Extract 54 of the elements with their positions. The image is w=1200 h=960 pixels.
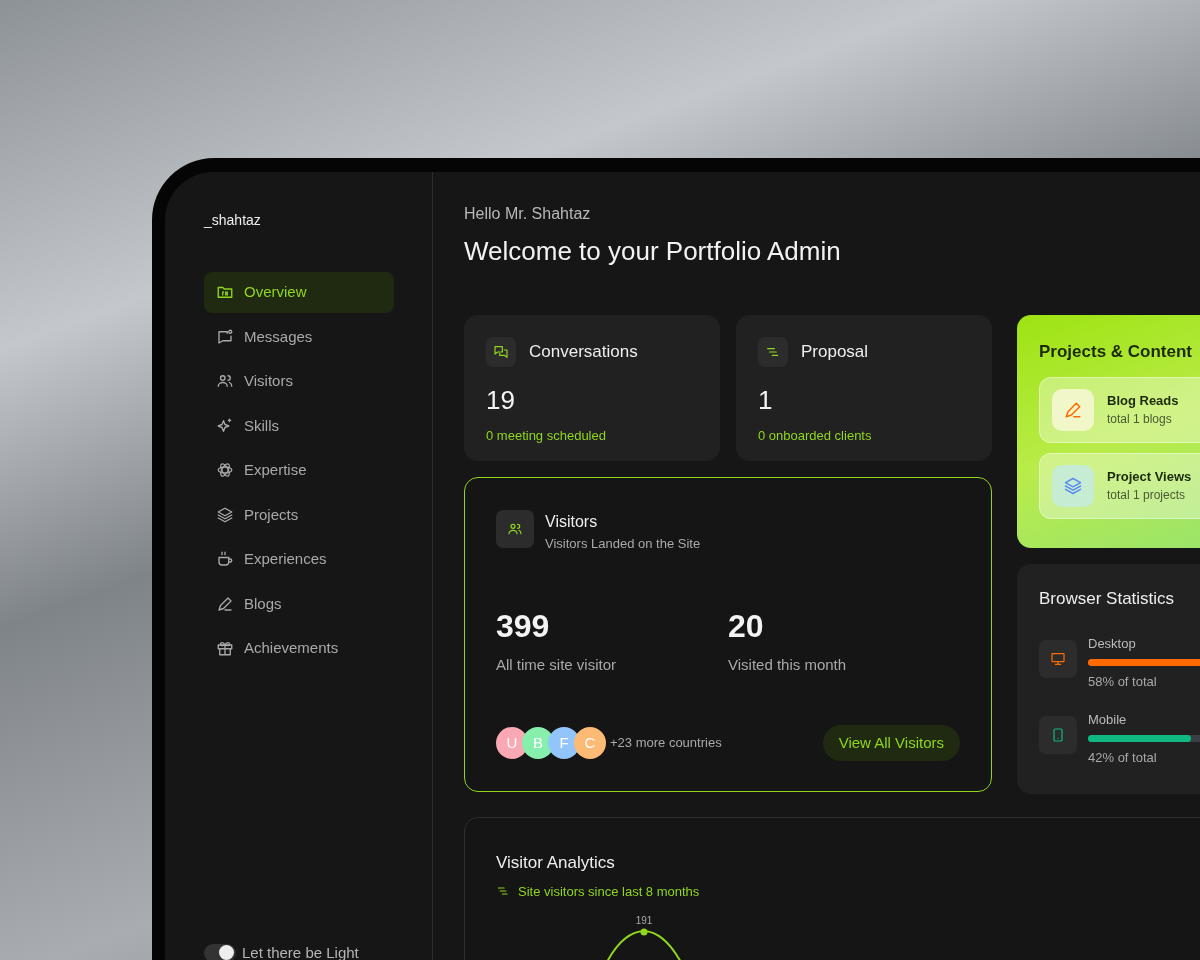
brand-logo[interactable]: _shahtaz	[204, 210, 393, 231]
sidebar-item[interactable]: Overview	[204, 272, 394, 313]
more-countries: +23 more countries	[610, 734, 722, 752]
phone-icon	[1050, 726, 1066, 743]
sparkles-icon	[216, 416, 234, 435]
card-title: Visitors	[545, 512, 599, 532]
sidebar-item[interactable]: Projects	[204, 494, 394, 535]
metric-label: Visited this month	[728, 654, 848, 675]
sidebar-item[interactable]: Skills	[204, 405, 394, 446]
card-subtitle: Site visitors since last 8 months	[518, 882, 700, 901]
view-all-visitors-button[interactable]: View All Visitors	[822, 724, 960, 761]
page-title: Welcome to your Portfolio Admin	[464, 235, 842, 268]
stat-note: 0 onboarded clients	[758, 427, 873, 445]
tile-note: total 1 projects	[1107, 487, 1187, 505]
stat-value: 19	[486, 384, 516, 417]
metric-label: All time site visitor	[496, 654, 618, 675]
card-title: Conversations	[529, 341, 638, 364]
layers-icon	[216, 505, 234, 524]
stat-value: 1	[758, 384, 774, 417]
device-name: Mobile	[1088, 710, 1128, 729]
cup-icon	[216, 550, 234, 569]
atom-icon	[216, 461, 234, 480]
toggle-label: Let there be Light	[242, 942, 359, 960]
tile-title: Blog Reads	[1107, 391, 1179, 410]
card-subtitle: Visitors Landed on the Site	[545, 535, 701, 553]
tile-note: total 1 blogs	[1107, 411, 1173, 429]
metric-value: 20	[728, 606, 765, 646]
greeting: Hello Mr. Shahtaz	[464, 204, 592, 224]
country-avatar: C	[574, 726, 606, 759]
sidebar-item[interactable]: Expertise	[204, 450, 394, 491]
tile-title: Project Views	[1107, 467, 1192, 486]
sidebar-item[interactable]: Achievements	[204, 628, 394, 669]
gift-icon	[216, 639, 234, 658]
theme-toggle[interactable]	[204, 943, 236, 960]
users-icon	[507, 521, 523, 537]
stat-note: 0 meeting scheduled	[486, 427, 607, 445]
sidebar-item[interactable]: Messages	[204, 316, 394, 357]
monitor-icon	[1050, 650, 1066, 667]
metric-value: 399	[496, 606, 551, 646]
chat-icon	[493, 344, 509, 360]
card-title: Browser Statistics	[1039, 588, 1176, 610]
sidebar-item[interactable]: Experiences	[204, 539, 394, 580]
peak-point	[640, 928, 648, 936]
usage-reading: 58% of total	[1088, 673, 1158, 691]
message-icon	[216, 327, 234, 346]
device-name: Desktop	[1088, 634, 1137, 653]
card-title: Visitor Analytics	[496, 852, 616, 874]
layers-icon	[1063, 475, 1083, 496]
card-title: Projects & Content	[1039, 341, 1194, 363]
sidebar-item[interactable]: Blogs	[204, 583, 394, 624]
sidebar-item[interactable]: Visitors	[204, 361, 394, 402]
usage-reading: 42% of total	[1088, 749, 1158, 767]
data-label: 191	[634, 914, 654, 928]
card-title: Proposal	[801, 341, 869, 364]
